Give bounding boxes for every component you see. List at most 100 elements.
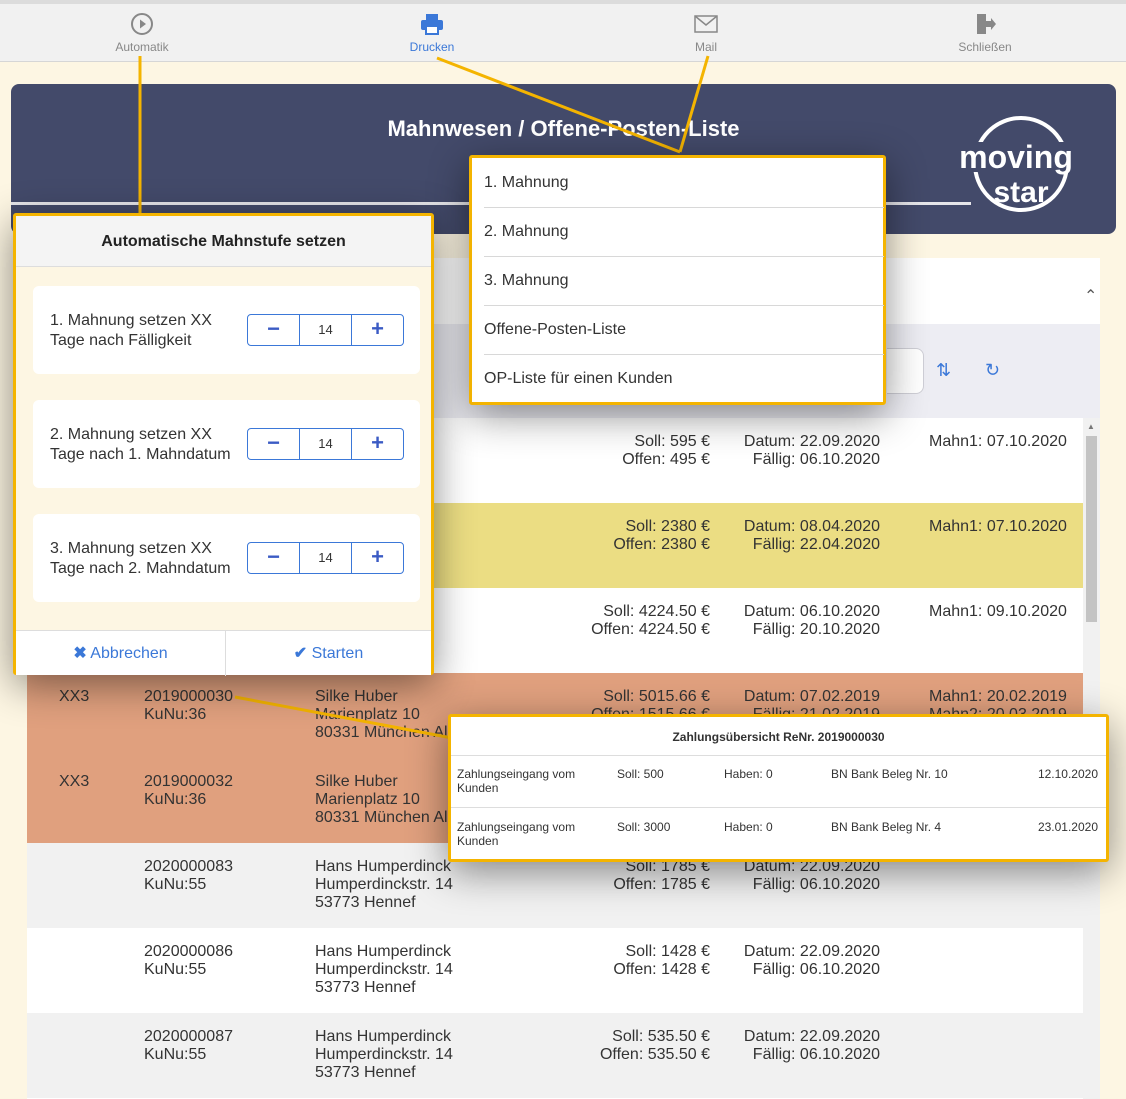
stage-3-line1: 3. Mahnung setzen XX [50,540,212,557]
payment-overview-popup: Zahlungsübersicht ReNr. 2019000030 Zahlu… [448,714,1109,862]
date-faellig: Fällig: 06.10.2020 [752,451,880,468]
address-city: 80331 München Al [315,809,448,826]
menu-item-op-liste[interactable]: Offene-Posten-Liste [484,305,884,354]
amount-soll: Soll: 5015.66 € [603,688,710,705]
address-name: Silke Huber [315,688,398,705]
drucken-button[interactable]: Drucken [372,12,492,54]
mahn-cell: Mahn1: 09.10.2020 [929,603,1067,621]
mahn-mahn1: Mahn1: 07.10.2020 [929,518,1067,535]
printer-icon [421,14,443,35]
stage-3-label: 3. Mahnung setzen XX Tage nach 2. Mahnda… [50,539,231,579]
address-name: Hans Humperdinck [315,858,452,875]
menu-item-mahnung-3[interactable]: 3. Mahnung [484,256,884,305]
invoice-kunu: KuNu:36 [144,791,207,808]
stage-1-label: 1. Mahnung setzen XX Tage nach Fälligkei… [50,311,212,351]
stage-2-line2: Tage nach 1. Mahndatum [50,446,231,463]
amount-soll: Soll: 4224.50 € [603,603,710,620]
address-name: Hans Humperdinck [315,943,452,960]
scroll-up-icon[interactable]: ▲ [1087,422,1095,431]
close-icon: ✖ [73,645,87,662]
scroll-thumb[interactable] [1086,436,1097,622]
address-name: Hans Humperdinck [315,1028,452,1045]
amount-offen: Offen: 535.50 € [599,1046,710,1063]
date-datum: Datum: 22.09.2020 [743,1028,880,1045]
amount-soll: Soll: 535.50 € [612,1028,710,1045]
plus-button[interactable]: + [351,429,403,459]
date-faellig: Fällig: 06.10.2020 [752,961,880,978]
mahn-mahn1: Mahn1: 07.10.2020 [929,433,1067,450]
automatik-label: Automatik [115,40,169,54]
stage-3-value[interactable]: 14 [300,543,351,573]
refresh-icon[interactable]: ↻ [985,360,1000,381]
date-faellig: Fällig: 22.04.2020 [752,536,880,553]
date-faellig: Fällig: 06.10.2020 [752,876,880,893]
amount-offen: Offen: 2380 € [613,536,710,553]
date-datum: Datum: 06.10.2020 [743,603,880,620]
invoice-kunu: KuNu:36 [144,706,207,723]
cancel-button[interactable]: ✖ Abbrechen [16,631,226,676]
amount-soll: Soll: 1428 € [625,943,710,960]
date-faellig: Fällig: 06.10.2020 [752,1046,880,1063]
stage-2-value[interactable]: 14 [300,429,351,459]
amount-cell: Soll: 595 € Offen: 495 € [622,433,710,469]
dialog-title: Automatische Mahnstufe setzen [16,216,431,267]
minus-button[interactable]: − [248,429,300,459]
level-level: XX3 [59,773,90,790]
payment-overview-title: Zahlungsübersicht ReNr. 2019000030 [672,730,885,744]
menu-item-mahnung-2[interactable]: 2. Mahnung [484,207,884,256]
stage-1-value[interactable]: 14 [300,315,351,345]
menu-item-op-liste-kunde[interactable]: OP-Liste für einen Kunden [484,354,884,403]
toolbar: Automatik Drucken Mail Schließen [0,0,1126,62]
amount-offen: Offen: 495 € [622,451,710,468]
address-cell: Hans Humperdinck Humperdinckstr. 14 53773 … [315,1028,453,1082]
date-cell: Datum: 22.09.2020 Fällig: 06.10.2020 [744,1028,880,1064]
invoice-inv: 2020000086 [144,943,233,960]
plus-button[interactable]: + [351,543,403,573]
minus-button[interactable]: − [248,543,300,573]
schliessen-button[interactable]: Schließen [925,12,1045,54]
amount-soll: Soll: 2380 € [625,518,710,535]
mahn-mahn1: Mahn1: 09.10.2020 [929,603,1067,620]
table-row[interactable]: 2020000086 KuNu:55 Hans Humperdinck Humperd… [27,928,1083,1013]
payment-divider [451,755,1106,756]
stage-1-card: 1. Mahnung setzen XX Tage nach Fälligkei… [33,286,420,374]
payment-soll: Soll: 500 [617,767,664,781]
automatik-button[interactable]: Automatik [82,12,202,54]
amount-cell: Soll: 1785 € Offen: 1785 € [613,858,710,894]
table-row[interactable]: 2020000087 KuNu:55 Hans Humperdinck Humperd… [27,1013,1083,1098]
chevron-up-icon[interactable]: ⌃ [1084,286,1097,306]
level-level: XX3 [59,688,90,705]
invoice-inv: 2020000083 [144,858,233,875]
mail-button[interactable]: Mail [646,12,766,54]
amount-soll: Soll: 595 € [634,433,710,450]
level-cell: XX3 [59,688,89,706]
date-cell: Datum: 22.09.2020 Fällig: 06.10.2020 [744,433,880,469]
start-button[interactable]: ✔ Starten [226,631,431,676]
stage-2-line1: 2. Mahnung setzen XX [50,426,212,443]
address-cell: Silke Huber Marienplatz 10 80331 München A… [315,688,448,742]
mahn-cell: Mahn1: 07.10.2020 [929,518,1067,536]
cancel-label: Abbrechen [90,645,168,662]
date-faellig: Fällig: 20.10.2020 [752,621,880,638]
amount-offen: Offen: 1785 € [613,876,710,893]
play-circle-icon [131,13,153,35]
mahn-cell: Mahn1: 07.10.2020 [929,433,1067,451]
schliessen-label: Schließen [958,40,1012,54]
address-name: Silke Huber [315,773,398,790]
invoice-inv: 2019000030 [144,688,233,705]
date-datum: Datum: 22.09.2020 [743,433,880,450]
sort-icon[interactable]: ⇅ [936,360,951,381]
date-cell: Datum: 22.09.2020 Fällig: 06.10.2020 [744,943,880,979]
minus-button[interactable]: − [248,315,300,345]
plus-button[interactable]: + [351,315,403,345]
amount-cell: Soll: 4224.50 € Offen: 4224.50 € [591,603,710,639]
address-city: 53773 Hennef [315,1064,416,1081]
address-city: 80331 München Al [315,724,448,741]
print-menu: 1. Mahnung 2. Mahnung 3. Mahnung Offene-… [469,155,886,405]
menu-item-mahnung-1[interactable]: 1. Mahnung [484,158,884,207]
moving-star-logo: moving star [946,116,1086,212]
search-field[interactable] [887,348,924,394]
invoice-cell: 2019000030 KuNu:36 [144,688,233,724]
invoice-cell: 2020000087 KuNu:55 [144,1028,233,1064]
start-label: Starten [311,645,364,662]
